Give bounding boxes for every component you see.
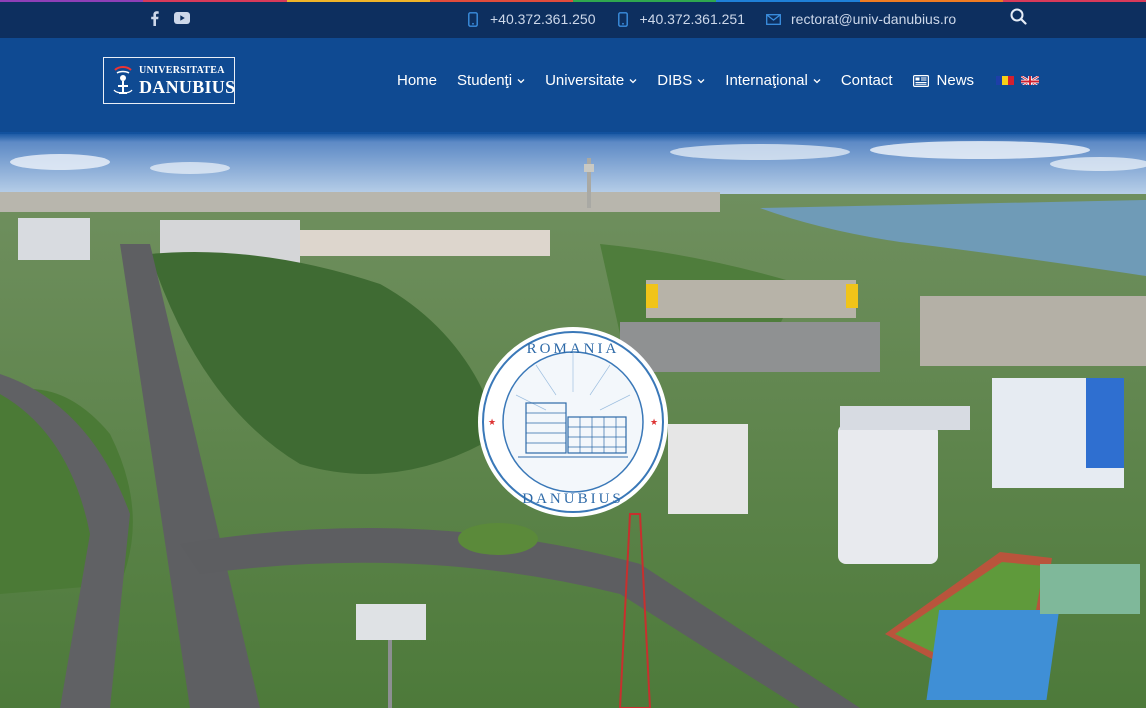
phone-number-2: +40.372.361.251 <box>639 11 746 27</box>
logo-line-2: DANUBIUS <box>139 76 236 97</box>
nav-contact[interactable]: Contact <box>841 72 893 89</box>
nav-dibs[interactable]: DIBS <box>657 72 705 89</box>
logo-line-1: UNIVERSITATEA <box>139 64 225 76</box>
nav-home[interactable]: Home <box>397 72 437 89</box>
nav-news-label: News <box>936 72 975 89</box>
nav-home-label: Home <box>397 72 438 89</box>
main-navigation: Home Studenţi Universitate DIBS Internaţ… <box>397 72 994 89</box>
nav-dibs-label: DIBS <box>657 72 693 89</box>
chevron-down-icon <box>813 77 821 85</box>
color-stripe <box>0 0 1146 2</box>
newspaper-icon <box>912 74 929 87</box>
nav-universitate-label: Universitate <box>545 72 625 89</box>
phone-icon <box>466 11 480 27</box>
top-bar: +40.372.361.250 +40.372.361.251 rectorat… <box>0 0 1146 38</box>
chevron-down-icon <box>629 77 637 85</box>
svg-text:★: ★ <box>488 418 496 428</box>
social-links <box>146 10 190 26</box>
chevron-down-icon <box>517 77 525 85</box>
svg-text:★: ★ <box>650 418 658 428</box>
logo-emblem-icon <box>112 64 134 98</box>
nav-contact-label: Contact <box>840 72 893 89</box>
phone-link-2[interactable]: +40.372.361.251 <box>616 11 746 27</box>
email-link[interactable]: rectorat@univ-danubius.ro <box>765 11 956 27</box>
email-address: rectorat@univ-danubius.ro <box>791 11 957 27</box>
facebook-icon[interactable] <box>146 10 162 26</box>
university-logo[interactable]: UNIVERSITATEA DANUBIUS <box>103 57 235 104</box>
youtube-icon[interactable] <box>174 10 190 26</box>
seal-top-text: ROMANIA <box>527 341 620 357</box>
envelope-icon <box>765 11 781 27</box>
nav-international-label: Internaţional <box>725 72 808 89</box>
chevron-down-icon <box>697 77 705 85</box>
seal-bottom-text: DANUBIUS <box>522 491 624 507</box>
phone-number-1: +40.372.361.250 <box>490 11 596 27</box>
contact-info: +40.372.361.250 +40.372.361.251 rectorat… <box>466 11 956 27</box>
nav-studenti[interactable]: Studenţi <box>457 72 525 89</box>
phone-link-1[interactable]: +40.372.361.250 <box>466 11 596 27</box>
phone-icon <box>616 11 630 27</box>
hero-aerial-photo: ★ ★ ROMANIA DANUBIUS <box>0 134 1146 708</box>
search-icon[interactable] <box>1010 8 1028 26</box>
uk-flag-icon[interactable] <box>1021 74 1039 85</box>
nav-news[interactable]: News <box>912 72 975 89</box>
danubius-seal: ★ ★ ROMANIA DANUBIUS <box>476 325 670 519</box>
nav-studenti-label: Studenţi <box>457 72 513 89</box>
nav-universitate[interactable]: Universitate <box>545 72 637 89</box>
nav-international[interactable]: Internaţional <box>725 72 821 89</box>
language-switcher <box>996 74 1039 85</box>
main-header: UNIVERSITATEA DANUBIUS Home Studenţi Uni… <box>0 38 1146 142</box>
romania-flag-icon[interactable] <box>996 74 1014 85</box>
